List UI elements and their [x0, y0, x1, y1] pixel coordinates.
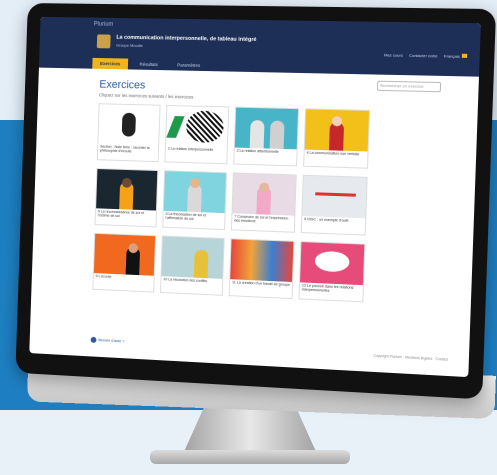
exercise-card[interactable]: 11 La création d'un travail de groupe: [229, 238, 295, 299]
exercise-card[interactable]: 10 La résolution des conflits: [160, 236, 225, 296]
card-thumbnail: [166, 106, 228, 147]
exercise-card[interactable]: 6 La théorisation de soi et l'affirmatio…: [162, 170, 227, 230]
card-thumbnail: [96, 169, 157, 210]
main-content: Exercices Cliquez sur les exercices suiv…: [32, 68, 479, 308]
exercise-card[interactable]: 7 Construire de soi et l'expression des …: [231, 172, 297, 232]
brand-name[interactable]: Plurium: [94, 22, 114, 28]
exercise-card[interactable]: 5 La reconnaissance de soi et l'estime d…: [95, 168, 159, 227]
card-thumbnail: [300, 242, 364, 285]
disc-line-icon: [315, 192, 356, 196]
exercise-card[interactable]: 3 La relation attentionnelle: [233, 107, 299, 167]
course-subtitle: Groupe Moodle: [116, 43, 143, 48]
exercise-card[interactable]: 12 Le pouvoir dans les relations interpe…: [298, 241, 365, 302]
tab-results[interactable]: Résultats: [132, 59, 166, 71]
app-header: Plurium La communication interpersonnell…: [39, 17, 481, 77]
exercise-card[interactable]: 4 La communication non verbale: [303, 108, 370, 168]
help-link[interactable]: Besoin d'aide ?: [91, 337, 125, 345]
green-arrow-icon: [166, 116, 184, 138]
card-thumbnail: [162, 237, 224, 279]
course-title: La communication interpersonnelle, de ta…: [116, 35, 256, 43]
card-thumbnail: [305, 109, 369, 151]
monitor-frame: Plurium La communication interpersonnell…: [15, 3, 496, 399]
footer-links[interactable]: Copyright Plurium · Mentions légales · C…: [373, 354, 448, 362]
help-icon: [91, 337, 97, 343]
screen: Plurium La communication interpersonnell…: [29, 17, 481, 377]
exercise-grid: Section : Note fiche : raconter la philo…: [92, 103, 456, 306]
search-input[interactable]: Rechercher un exercice: [377, 81, 441, 93]
help-label: Besoin d'aide ?: [98, 337, 124, 343]
exercise-card[interactable]: 2 La relation interpersonnelle: [164, 105, 229, 164]
course-logo: [97, 34, 111, 48]
card-thumbnail: [235, 108, 298, 150]
top-nav: Mes cours Contacter notre Français: [384, 52, 467, 59]
card-thumbnail: [302, 176, 366, 219]
card-thumbnail: [230, 239, 293, 282]
card-thumbnail: [233, 173, 296, 215]
flag-icon: [462, 54, 467, 58]
tab-exercises[interactable]: Exercices: [92, 58, 128, 70]
card-thumbnail: [98, 104, 159, 145]
nav-contact[interactable]: Contacter notre: [409, 53, 438, 59]
monitor-base: [150, 450, 350, 464]
exercise-card[interactable]: 9 L'écoute: [92, 233, 156, 293]
comic-bubble-icon: [186, 110, 224, 143]
nav-language[interactable]: Français: [444, 53, 467, 59]
tab-settings[interactable]: Paramètres: [169, 59, 208, 71]
nav-my-courses[interactable]: Mes cours: [384, 52, 403, 57]
speech-bubble-icon: [315, 251, 350, 273]
exercise-card[interactable]: Section : Note fiche : raconter la philo…: [97, 103, 161, 162]
card-thumbnail: [164, 171, 226, 213]
exercise-card[interactable]: 8 DISC : un exemple d'outil: [301, 175, 368, 236]
silhouette-icon: [122, 113, 136, 137]
card-label: Section : Note fiche : raconter la philo…: [98, 144, 158, 156]
language-label: Français: [444, 53, 460, 58]
card-thumbnail: [94, 234, 155, 276]
